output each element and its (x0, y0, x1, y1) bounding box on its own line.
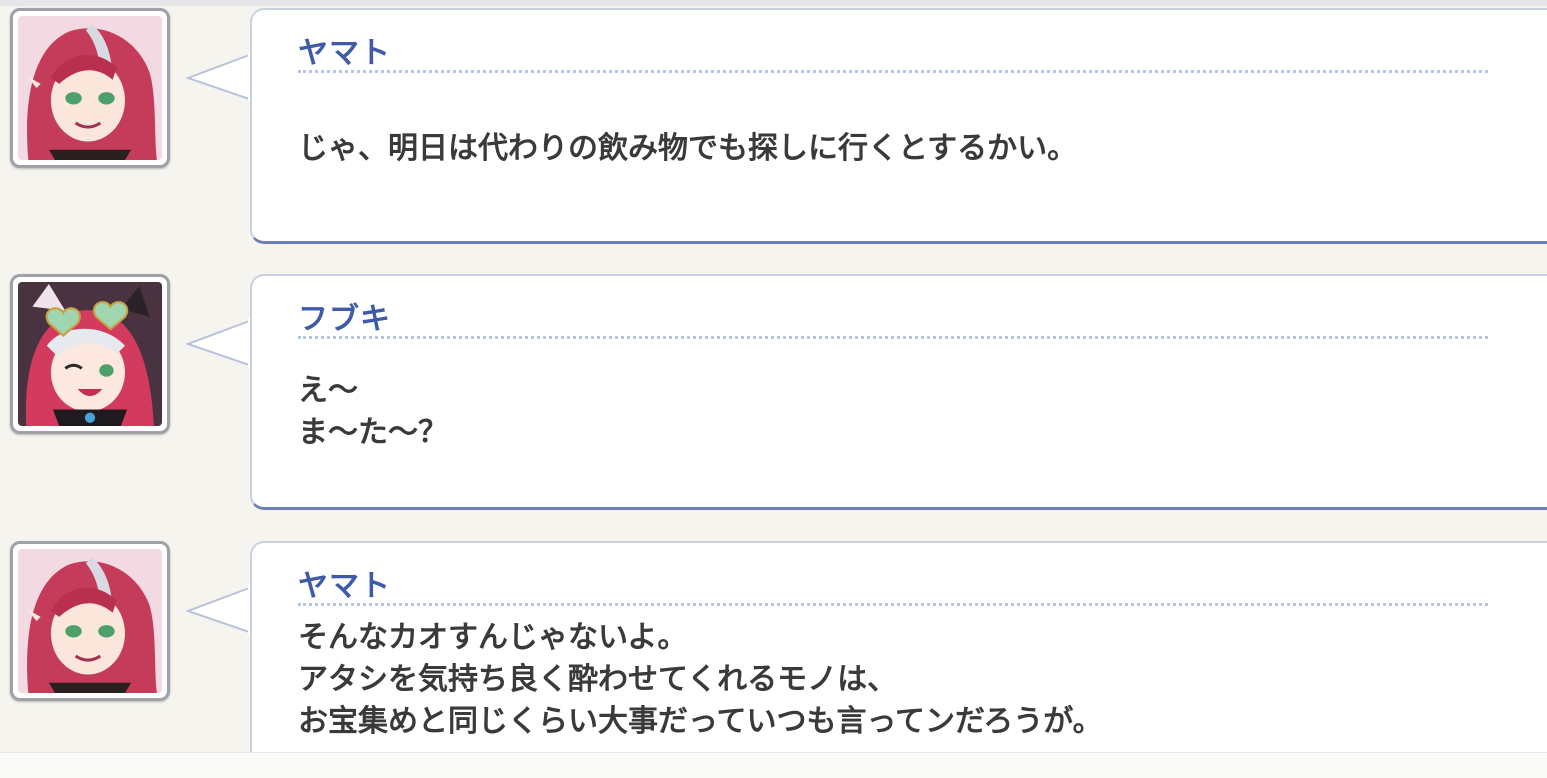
speaker-name: フブキ (298, 302, 391, 337)
top-edge (0, 0, 1547, 6)
message-text: え～ ま～た～？ (298, 373, 448, 450)
speaker-avatar (10, 541, 170, 701)
speech-bubble: フブキ え～ ま～た～？ (250, 274, 1547, 510)
yamato-portrait-icon (18, 16, 162, 160)
speaker-name: ヤマト (298, 36, 391, 71)
fubuki-portrait-icon (18, 282, 162, 426)
bottom-edge (0, 752, 1547, 778)
message-text: そんなカオすんじゃないよ。 アタシを気持ち良く酔わせてくれるモノは、 お宝集めと… (298, 620, 1103, 739)
speech-bubble-tail (186, 318, 256, 368)
message-text: じゃ、明日は代わりの飲み物でも探しに行くとするかい。 (298, 131, 1078, 166)
speech-bubble: ヤマト そんなカオすんじゃないよ。 アタシを気持ち良く酔わせてくれるモノは、 お… (250, 541, 1547, 777)
speaker-divider (298, 336, 1488, 339)
speech-bubble: ヤマト じゃ、明日は代わりの飲み物でも探しに行くとするかい。 (250, 8, 1547, 244)
yamato-portrait-icon (18, 549, 162, 693)
speaker-name: ヤマト (298, 569, 391, 604)
speech-bubble-tail (186, 585, 256, 635)
speaker-divider (298, 70, 1488, 73)
speaker-divider (298, 603, 1488, 606)
speaker-avatar (10, 274, 170, 434)
speech-bubble-tail (186, 52, 256, 102)
speaker-avatar (10, 8, 170, 168)
